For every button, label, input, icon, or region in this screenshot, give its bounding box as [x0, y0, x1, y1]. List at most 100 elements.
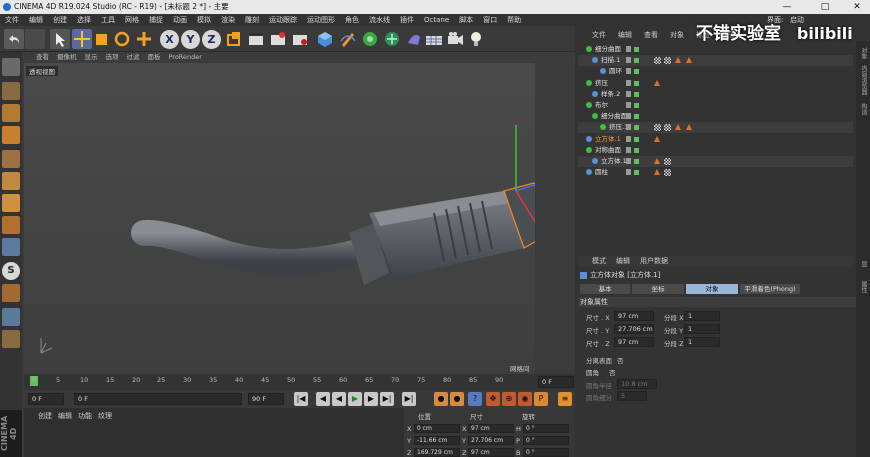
- vp-menu-filter[interactable]: 过滤: [123, 52, 144, 63]
- points-mode-icon[interactable]: [2, 150, 20, 168]
- phong-tag-icon[interactable]: [654, 80, 660, 86]
- tab-coordinates[interactable]: 坐标: [632, 284, 684, 294]
- maximize-button[interactable]: □: [814, 0, 836, 14]
- material-tag-icon[interactable]: [654, 124, 661, 131]
- side-tab-content-browser[interactable]: 内容浏览器: [858, 65, 868, 95]
- render-picture-viewer-icon[interactable]: [268, 29, 288, 49]
- om-menu-edit[interactable]: 编辑: [612, 30, 638, 41]
- start-frame-field[interactable]: 0 F: [28, 393, 64, 405]
- menu-render[interactable]: 渲染: [216, 14, 240, 26]
- object-row[interactable]: 立方体.1: [578, 134, 853, 145]
- material-tag-icon[interactable]: [664, 57, 671, 64]
- enabled-check-icon[interactable]: [634, 137, 639, 142]
- tab-object[interactable]: 对象: [686, 284, 738, 294]
- visibility-toggle[interactable]: [626, 147, 631, 153]
- vp-menu-prorender[interactable]: ProRender: [165, 52, 206, 63]
- segments-x-field[interactable]: 1: [684, 311, 720, 321]
- visibility-toggle[interactable]: [626, 169, 631, 175]
- object-row[interactable]: 布尔: [578, 100, 853, 111]
- side-tab-layers[interactable]: 层: [858, 261, 868, 267]
- scale-key-icon[interactable]: ⊕: [502, 392, 516, 406]
- vp-menu-view[interactable]: 查看: [22, 52, 53, 63]
- model-mode-icon[interactable]: [2, 82, 20, 100]
- x-axis-lock-button[interactable]: X: [160, 30, 179, 49]
- menu-mograph[interactable]: 运动图形: [302, 14, 340, 26]
- fillet-checkbox[interactable]: 否: [609, 367, 616, 377]
- phong-tag-icon[interactable]: [675, 57, 681, 63]
- tweak-mode-icon[interactable]: [2, 238, 20, 256]
- visibility-toggle[interactable]: [626, 80, 631, 86]
- enabled-check-icon[interactable]: [634, 58, 639, 63]
- material-menu-create[interactable]: 创建: [38, 411, 52, 421]
- go-to-start-icon[interactable]: |◀: [294, 392, 308, 406]
- next-key-icon[interactable]: ▶|: [380, 392, 394, 406]
- menu-snap[interactable]: 捕捉: [144, 14, 168, 26]
- visibility-toggle[interactable]: [626, 46, 631, 52]
- perspective-viewport[interactable]: 透视视图 网格间距 : 100 cm: [24, 63, 535, 374]
- light-icon[interactable]: [466, 29, 486, 49]
- visibility-toggle[interactable]: [626, 91, 631, 97]
- menu-plugins[interactable]: 插件: [395, 14, 419, 26]
- visibility-toggle[interactable]: [626, 113, 631, 119]
- size-x-field[interactable]: 97 cm: [614, 311, 654, 321]
- select-arrow-icon[interactable]: [50, 29, 70, 49]
- redo-icon[interactable]: [25, 29, 45, 49]
- timeline-window-icon[interactable]: ≡: [558, 392, 572, 406]
- subdivision-surface-icon[interactable]: [360, 29, 380, 49]
- z-axis-lock-button[interactable]: Z: [202, 30, 221, 49]
- object-row[interactable]: 圆环: [578, 66, 853, 77]
- frame-range-slider[interactable]: 0 F: [74, 393, 242, 405]
- workplane-icon[interactable]: [2, 308, 20, 326]
- coord-size-y[interactable]: 27.706 cm: [468, 436, 514, 445]
- animation-mode-icon[interactable]: [2, 284, 20, 302]
- menu-edit[interactable]: 编辑: [24, 14, 48, 26]
- phong-tag-icon[interactable]: [654, 169, 660, 175]
- coord-pos-x[interactable]: 0 cm: [414, 424, 460, 433]
- menu-motion-tracking[interactable]: 运动跟踪: [264, 14, 302, 26]
- previous-key-icon[interactable]: ◀: [316, 392, 330, 406]
- param-key-icon[interactable]: P: [534, 392, 548, 406]
- menu-pipeline[interactable]: 流水线: [364, 14, 395, 26]
- object-row[interactable]: 圆柱: [578, 167, 853, 178]
- vp-menu-options[interactable]: 选项: [102, 52, 123, 63]
- coord-rot-b[interactable]: 0 °: [523, 448, 569, 457]
- om-menu-file[interactable]: 文件: [578, 30, 612, 41]
- enabled-check-icon[interactable]: [634, 69, 639, 74]
- snap-toggle-icon[interactable]: S: [2, 262, 20, 280]
- visibility-toggle[interactable]: [626, 57, 631, 63]
- object-row[interactable]: 挤压: [578, 78, 853, 89]
- y-axis-lock-button[interactable]: Y: [181, 30, 200, 49]
- current-frame-field[interactable]: 0 F: [538, 376, 574, 388]
- undo-icon[interactable]: [4, 29, 24, 49]
- object-row[interactable]: 样条.2: [578, 89, 853, 100]
- phong-tag-icon[interactable]: [654, 158, 660, 164]
- rotation-key-icon[interactable]: ◉: [518, 392, 532, 406]
- object-row[interactable]: 对称曲面: [578, 145, 853, 156]
- visibility-toggle[interactable]: [626, 158, 631, 164]
- separate-surfaces-checkbox[interactable]: 否: [617, 355, 624, 365]
- enabled-check-icon[interactable]: [634, 114, 639, 119]
- polygons-mode-icon[interactable]: [2, 194, 20, 212]
- phong-tag-icon[interactable]: [686, 124, 692, 130]
- visibility-toggle[interactable]: [626, 124, 631, 130]
- menu-tools[interactable]: 工具: [96, 14, 120, 26]
- phong-tag-icon[interactable]: [675, 124, 681, 130]
- am-menu-user-data[interactable]: 用户数据: [635, 256, 673, 267]
- keyframe-selection-icon[interactable]: ?: [468, 392, 482, 406]
- material-tag-icon[interactable]: [664, 124, 671, 131]
- menu-octane[interactable]: Octane: [419, 14, 454, 26]
- material-menu-edit[interactable]: 编辑: [58, 411, 72, 421]
- tab-phong[interactable]: 平滑着色(Phong): [740, 284, 800, 294]
- move-tool-icon[interactable]: [72, 29, 92, 49]
- enabled-check-icon[interactable]: [634, 148, 639, 153]
- menu-window[interactable]: 窗口: [478, 14, 502, 26]
- render-view-icon[interactable]: [246, 29, 266, 49]
- visibility-toggle[interactable]: [626, 68, 631, 74]
- render-settings-icon[interactable]: [290, 29, 310, 49]
- enabled-check-icon[interactable]: [634, 81, 639, 86]
- recent-tool-icon[interactable]: [134, 29, 154, 49]
- object-row[interactable]: 细分曲面: [578, 111, 853, 122]
- position-key-icon[interactable]: ✥: [486, 392, 500, 406]
- size-z-field[interactable]: 97 cm: [614, 337, 654, 347]
- close-button[interactable]: ✕: [846, 0, 868, 14]
